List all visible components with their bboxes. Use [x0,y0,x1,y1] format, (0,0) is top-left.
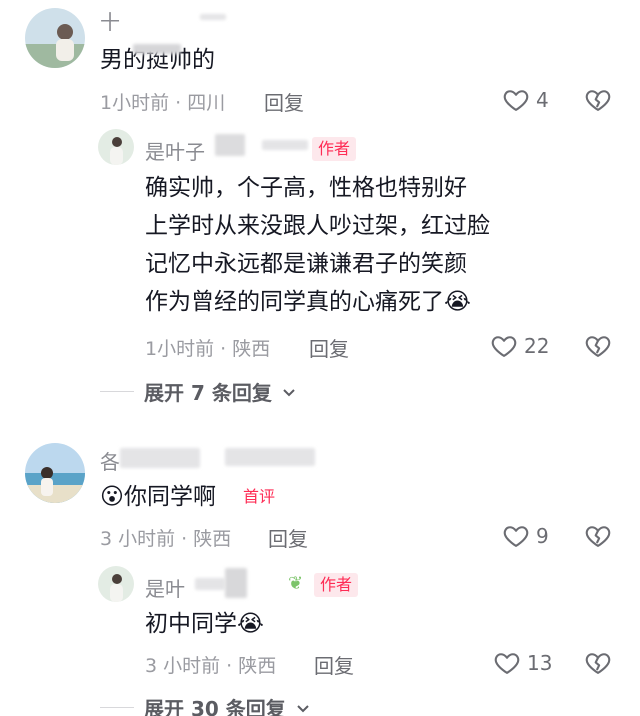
reply-button[interactable]: 回复 [314,650,354,679]
reply-line: 作为曾经的同学真的心痛死了 [145,289,444,315]
reply-button[interactable]: 回复 [264,87,304,116]
reply-text: 初中同学 [145,611,237,637]
comment-meta: 3 小时前 · 陕西 [100,528,232,550]
heart-icon [493,649,521,677]
heart-icon [502,522,530,550]
like-count: 4 [536,88,549,112]
expand-label: 展开 7 条回复 [144,381,272,405]
first-comment-tag: 首评 [243,487,276,506]
commenter-name[interactable]: 各 [100,446,120,475]
avatar[interactable] [25,8,85,68]
reply-button[interactable]: 回复 [268,523,308,552]
broken-heart-icon[interactable] [584,332,612,360]
author-tag: 作者 [314,573,359,597]
leaf-icon: ❦ [288,573,304,594]
redacted-name [225,568,247,598]
broken-heart-icon[interactable] [584,649,612,677]
commenter-name[interactable]: 十 [100,6,120,35]
avatar[interactable] [98,129,134,165]
reply-line-last: 作为曾经的同学真的心痛死了😭 [145,283,471,321]
like-count: 13 [527,651,553,675]
comment-meta: 1小时前 · 四川 [100,92,226,114]
like-count: 9 [536,524,549,548]
redacted-name [215,134,245,156]
avatar[interactable] [25,443,85,503]
redacted-name [225,448,315,466]
author-name[interactable]: 是叶 [145,573,185,602]
expand-label: 展开 30 条回复 [144,697,286,716]
like-button[interactable]: 4 [502,86,549,114]
like-button[interactable]: 9 [502,522,549,550]
avatar[interactable] [98,566,134,602]
surprised-emoji: 😮 [100,484,124,510]
expand-replies[interactable]: 展开 7 条回复 [100,377,296,406]
redacted-name [195,578,225,590]
redacted-overlay [133,44,181,54]
reply-meta: 1小时前 · 陕西 [145,338,271,360]
broken-heart-icon[interactable] [584,522,612,550]
author-tag: 作者 [312,137,357,161]
reply-meta: 3 小时前 · 陕西 [145,655,277,677]
like-button[interactable]: 22 [490,332,549,360]
reply-line-last: 初中同学😭 [145,605,264,643]
like-button[interactable]: 13 [493,649,552,677]
comment-text: 你同学啊 [123,484,216,510]
reply-line: 记忆中永远都是谦谦君子的笑颜 [145,251,467,277]
chevron-down-icon [283,388,295,396]
expand-replies[interactable]: 展开 30 条回复 [100,693,310,716]
divider [100,707,134,708]
crying-emoji: 😭 [444,289,471,315]
reply-line: 上学时从来没跟人吵过架，红过脸 [145,213,490,239]
redacted-name [262,140,308,150]
heart-icon [502,86,530,114]
redacted-name [200,14,226,20]
divider [100,391,134,392]
author-name[interactable]: 是叶子 [145,136,205,165]
reply-button[interactable]: 回复 [309,333,349,362]
crying-emoji: 😭 [237,611,264,637]
like-count: 22 [524,334,550,358]
comment-text-row: 😮你同学啊 [100,478,216,516]
chevron-down-icon [297,704,309,712]
heart-icon [490,332,518,360]
reply-line: 确实帅，个子高，性格也特别好 [145,175,467,201]
redacted-name [120,448,200,468]
broken-heart-icon[interactable] [584,86,612,114]
